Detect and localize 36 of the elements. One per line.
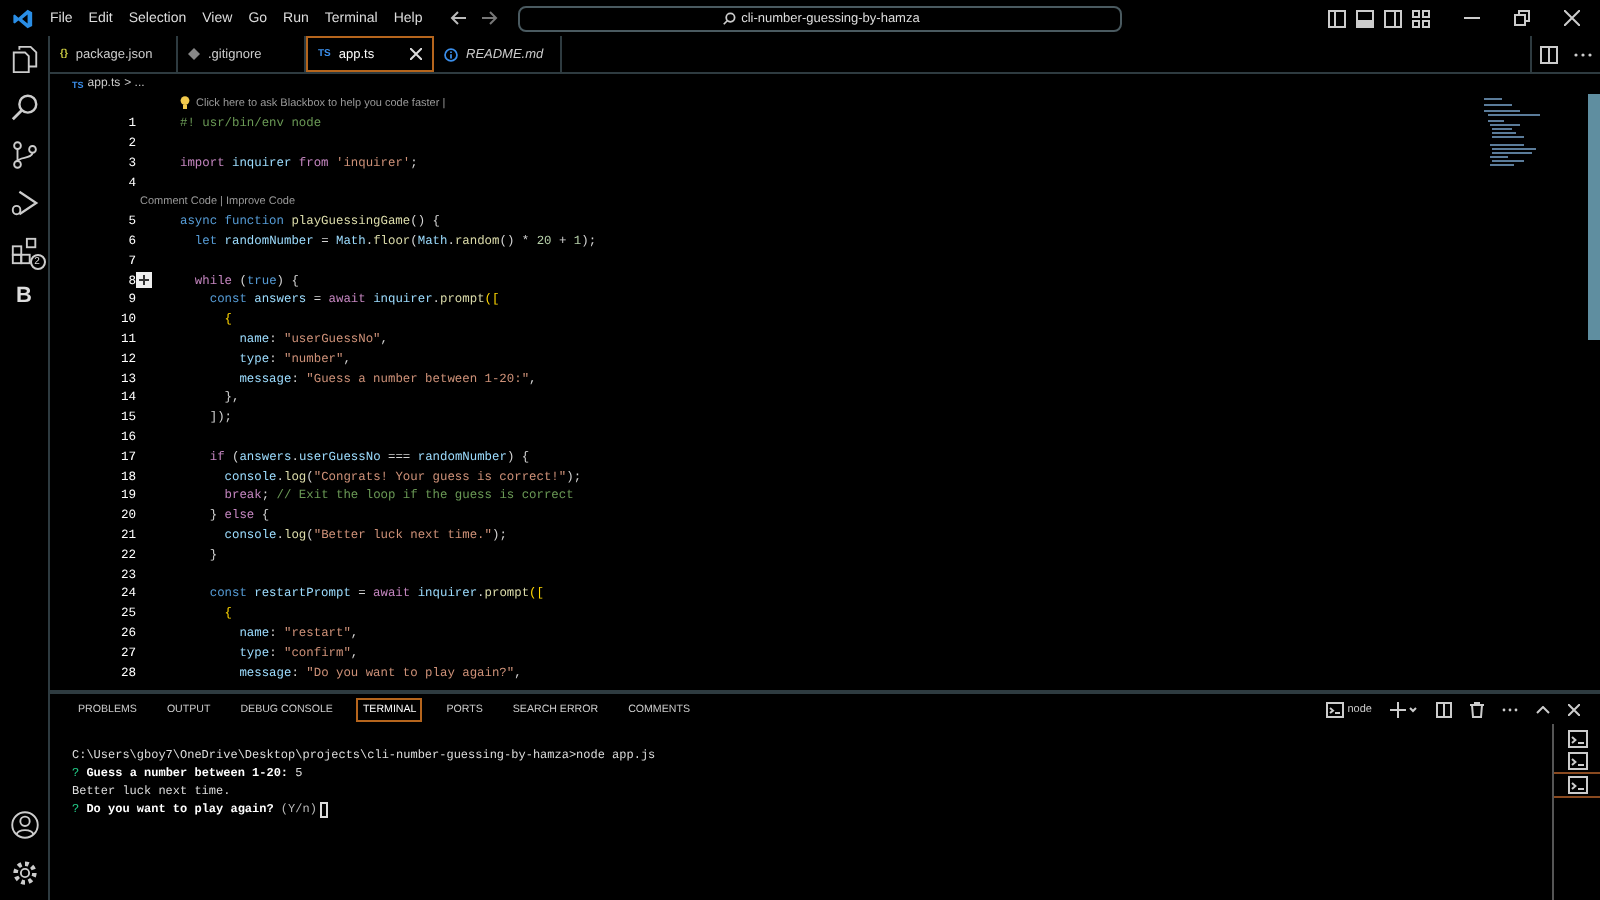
files-icon[interactable] xyxy=(9,44,39,74)
close-icon[interactable] xyxy=(1568,703,1580,715)
new-terminal-icon[interactable] xyxy=(1390,701,1418,717)
sidebar-layout-icon[interactable] xyxy=(1328,9,1346,27)
source-control-icon[interactable] xyxy=(9,140,39,170)
split-editor-icon[interactable] xyxy=(1540,45,1558,63)
run-debug-icon[interactable] xyxy=(9,188,39,218)
terminal-icon xyxy=(1567,752,1587,770)
settings-icon[interactable] xyxy=(9,858,39,888)
vscode-logo-icon xyxy=(12,7,34,29)
add-comment-icon[interactable] xyxy=(136,272,152,289)
customize-layout-icon[interactable] xyxy=(1412,9,1430,27)
terminal-icon xyxy=(1325,701,1344,717)
diamond-icon xyxy=(188,48,200,60)
scrollbar-thumb[interactable] xyxy=(1588,94,1600,340)
trash-icon[interactable] xyxy=(1470,701,1484,717)
account-icon[interactable] xyxy=(9,810,39,840)
blackbox-extension-label[interactable]: B xyxy=(16,284,32,308)
minimap-drawing xyxy=(1484,98,1540,166)
search-icon[interactable] xyxy=(9,92,39,122)
terminal-session-tab[interactable] xyxy=(1554,772,1600,798)
lightbulb-icon xyxy=(180,96,190,111)
split-terminal-icon[interactable] xyxy=(1436,701,1452,717)
restore-icon[interactable] xyxy=(1514,10,1530,26)
search-icon xyxy=(721,11,736,25)
panel-layout-icon[interactable] xyxy=(1356,9,1374,27)
more-actions-icon[interactable] xyxy=(1574,51,1592,57)
close-icon[interactable] xyxy=(410,48,422,60)
maximize-panel-icon[interactable] xyxy=(1536,705,1550,713)
back-arrow-icon[interactable] xyxy=(450,10,469,26)
terminal-icon xyxy=(1567,730,1587,748)
forward-arrow-icon[interactable] xyxy=(480,10,499,26)
terminal-icon xyxy=(1567,776,1587,794)
info-icon xyxy=(444,47,458,61)
secondary-sidebar-icon[interactable] xyxy=(1384,9,1402,27)
close-icon[interactable] xyxy=(1564,10,1580,26)
